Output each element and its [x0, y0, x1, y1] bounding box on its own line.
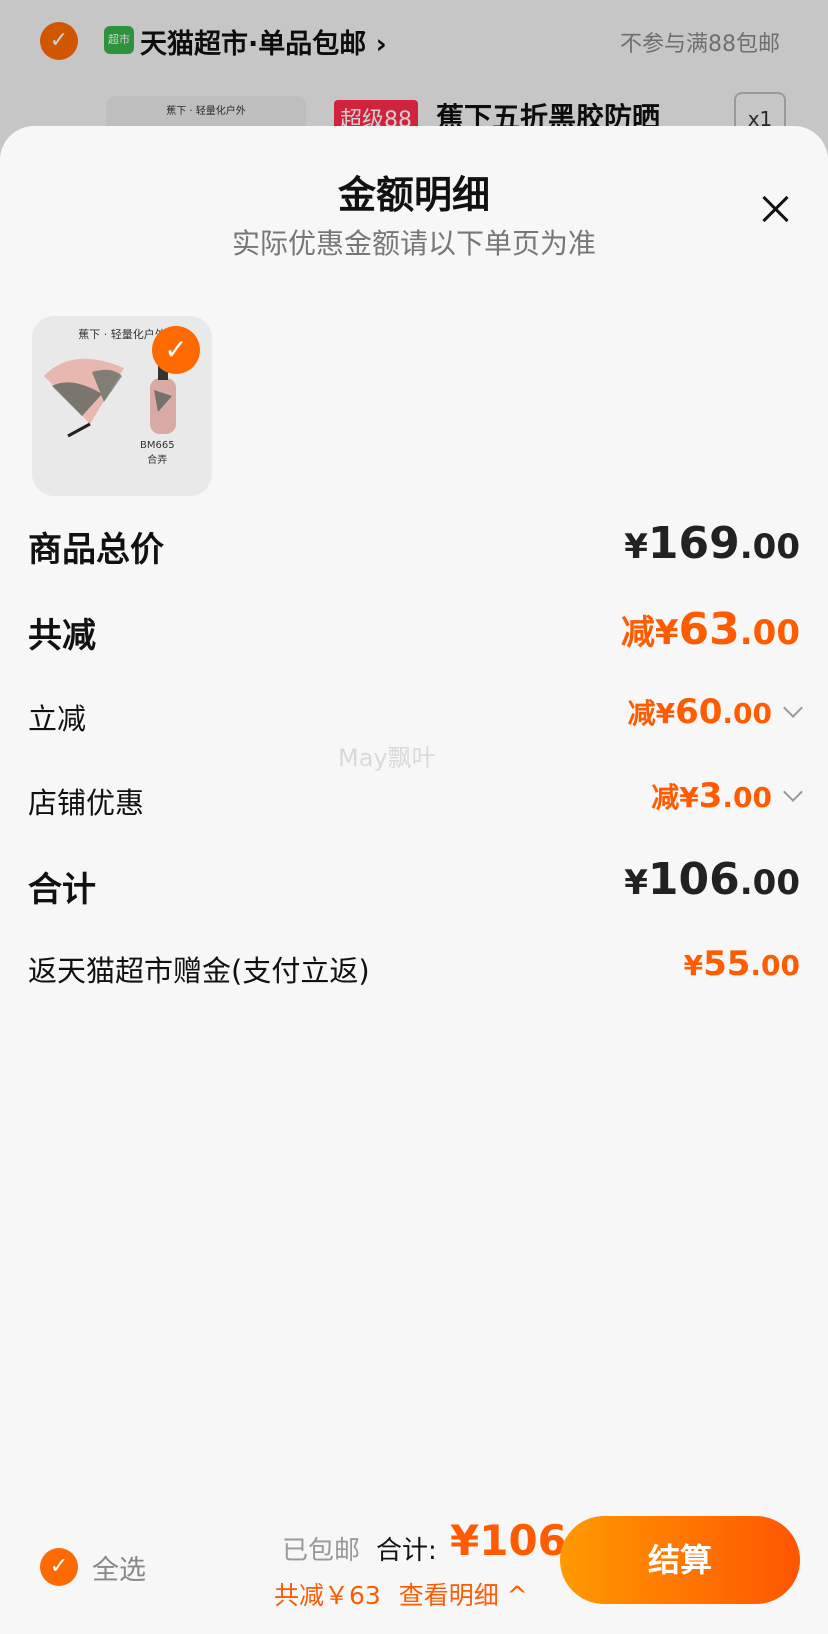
sheet-title: 金额明细	[337, 173, 490, 217]
discount-amount: 共减￥63	[274, 1581, 381, 1610]
amount-detail-sheet: 金额明细 实际优惠金额请以下单页为准 蕉下 · 轻量化户外 BM665 合弄 ✓…	[0, 126, 828, 1634]
row-label: 合计	[28, 870, 96, 910]
row-value: ¥55.00	[683, 944, 800, 984]
row-label: 店铺优惠	[28, 786, 145, 820]
select-all-check-icon[interactable]: ✓	[40, 1548, 78, 1586]
watermark: May飘叶	[338, 744, 436, 772]
total-value: ¥106	[450, 1516, 567, 1565]
total-label: 合计:	[376, 1536, 437, 1566]
row-value: ¥106.00	[624, 854, 800, 905]
row-label: 共减	[28, 616, 96, 656]
chevron-down-icon[interactable]	[783, 698, 803, 718]
discount-summary: 共减￥63 查看明细 ^	[274, 1576, 528, 1612]
row-label: 商品总价	[28, 530, 164, 570]
row-value: 减¥63.00	[620, 604, 800, 655]
row-label: 返天猫超市赠金(支付立返)	[28, 954, 370, 988]
shipping-status: 已包邮	[282, 1536, 361, 1566]
product-code: BM665 合弄	[140, 440, 175, 466]
select-all-label[interactable]: 全选	[92, 1548, 146, 1587]
close-icon[interactable]	[752, 186, 798, 232]
row-value: 减¥60.00	[628, 692, 803, 732]
sheet-subtitle: 实际优惠金额请以下单页为准	[231, 227, 596, 260]
checkout-button[interactable]: 结算	[560, 1516, 800, 1604]
chevron-down-icon[interactable]	[783, 782, 803, 802]
view-detail-link[interactable]: 查看明细 ^	[399, 1581, 528, 1610]
product-check-icon[interactable]: ✓	[152, 326, 200, 374]
checkout-bar: ✓ 全选 已包邮 合计: ¥106 共减￥63 查看明细 ^ 结算	[0, 1480, 828, 1634]
row-value: ¥169.00	[624, 518, 800, 569]
row-value: 减¥3.00	[651, 776, 803, 816]
row-label: 立减	[28, 702, 87, 736]
